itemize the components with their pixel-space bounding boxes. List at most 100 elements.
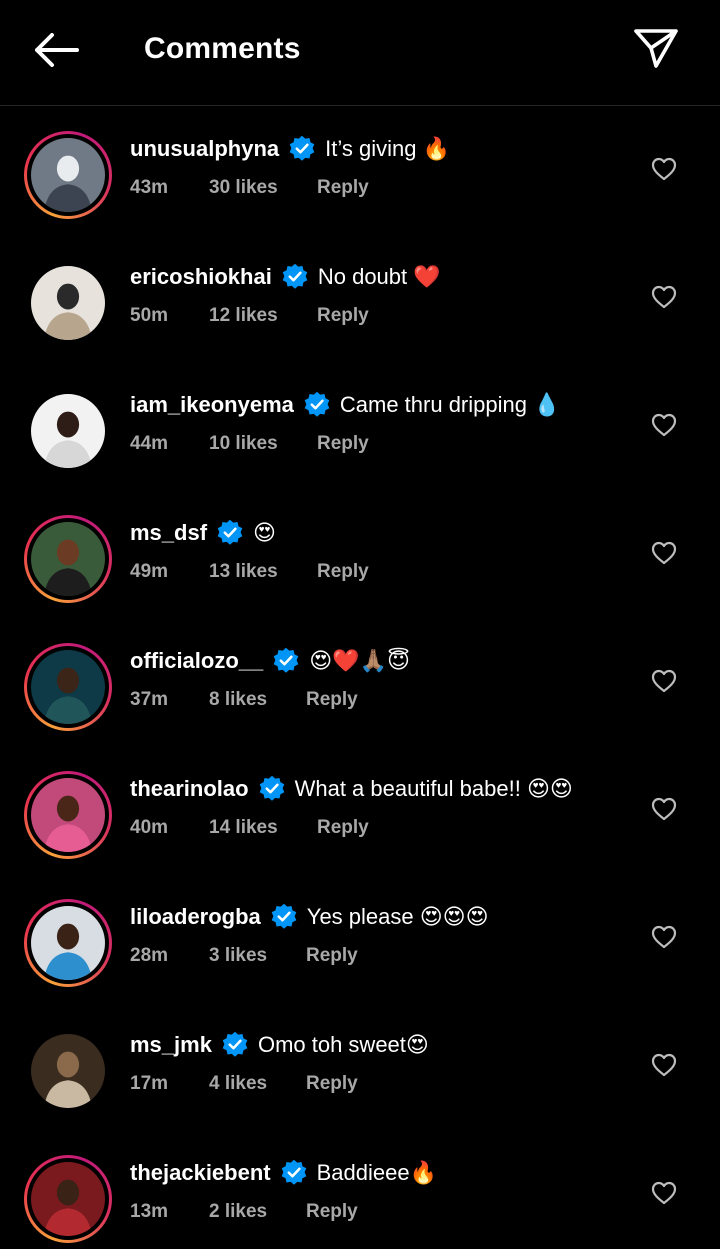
comment-time: 17m [130, 1073, 169, 1094]
like-button[interactable] [648, 1179, 680, 1211]
avatar[interactable] [24, 1027, 112, 1115]
verified-badge-icon [216, 519, 244, 547]
verified-badge-icon [280, 1159, 308, 1187]
paper-plane-icon [633, 27, 679, 74]
heart-icon [651, 1053, 677, 1082]
comment-line: thearinolao What a beautiful babe!! 😍😍 [130, 775, 573, 803]
username[interactable]: ericoshiokhai [130, 264, 272, 290]
comment-text: Omo toh sweet😍 [257, 1032, 429, 1057]
reply-button[interactable]: Reply [306, 689, 358, 711]
comment-text: 😍❤️🙏🏽😇 [309, 648, 410, 673]
reply-button[interactable]: Reply [306, 1073, 358, 1095]
comment-meta: 17m 4 likes Reply [130, 1073, 358, 1095]
avatar[interactable] [24, 259, 112, 347]
like-button[interactable] [648, 411, 680, 443]
comment-time: 43m [130, 177, 169, 198]
username[interactable]: iam_ikeonyema [130, 392, 294, 418]
like-button[interactable] [648, 539, 680, 571]
comment-meta: 37m 8 likes Reply [130, 689, 358, 711]
avatar[interactable] [24, 771, 112, 859]
comment-row: iam_ikeonyema Came thru dripping 💧 44m 1… [0, 363, 720, 491]
comment-line: officialozo__ 😍❤️🙏🏽😇 [130, 647, 410, 675]
reply-button[interactable]: Reply [317, 305, 369, 327]
heart-icon [651, 797, 677, 826]
likes-count[interactable]: 10 likes [209, 433, 317, 455]
avatar-image [31, 906, 105, 980]
reply-button[interactable]: Reply [317, 433, 369, 455]
like-button[interactable] [648, 283, 680, 315]
username[interactable]: liloaderogba [130, 904, 261, 930]
reply-button[interactable]: Reply [306, 1201, 358, 1223]
verified-badge-icon [270, 903, 298, 931]
reply-button[interactable]: Reply [317, 177, 369, 199]
comment-meta: 13m 2 likes Reply [130, 1201, 358, 1223]
heart-icon [651, 157, 677, 186]
avatar-image [31, 522, 105, 596]
likes-count[interactable]: 4 likes [209, 1073, 306, 1095]
page-title: Comments [144, 32, 301, 65]
likes-count[interactable]: 14 likes [209, 817, 317, 839]
arrow-left-icon [33, 32, 79, 72]
comment-time: 13m [130, 1201, 169, 1222]
comment-time: 37m [130, 689, 169, 710]
comment-meta: 44m 10 likes Reply [130, 433, 369, 455]
like-button[interactable] [648, 155, 680, 187]
verified-badge-icon [272, 647, 300, 675]
likes-count[interactable]: 13 likes [209, 561, 317, 583]
likes-count[interactable]: 8 likes [209, 689, 306, 711]
avatar[interactable] [24, 387, 112, 475]
like-button[interactable] [648, 667, 680, 699]
verified-badge-icon [221, 1031, 249, 1059]
username[interactable]: unusualphyna [130, 136, 279, 162]
verified-badge-icon [303, 391, 331, 419]
reply-button[interactable]: Reply [317, 561, 369, 583]
heart-icon [651, 925, 677, 954]
like-button[interactable] [648, 795, 680, 827]
comment-line: thejackiebent Baddieee🔥 [130, 1159, 437, 1187]
comment-text: Yes please 😍😍😍 [306, 904, 489, 929]
comment-time: 28m [130, 945, 169, 966]
avatar-image [31, 394, 105, 468]
comment-line: liloaderogba Yes please 😍😍😍 [130, 903, 489, 931]
username[interactable]: thearinolao [130, 776, 249, 802]
likes-count[interactable]: 2 likes [209, 1201, 306, 1223]
avatar[interactable] [24, 515, 112, 603]
comment-text: What a beautiful babe!! 😍😍 [294, 776, 573, 801]
back-button[interactable] [30, 30, 82, 74]
comment-row: thearinolao What a beautiful babe!! 😍😍 4… [0, 747, 720, 875]
heart-icon [651, 413, 677, 442]
heart-icon [651, 541, 677, 570]
comment-time: 49m [130, 561, 169, 582]
avatar[interactable] [24, 899, 112, 987]
avatar-image [31, 1034, 105, 1108]
likes-count[interactable]: 30 likes [209, 177, 317, 199]
comment-line: ms_dsf 😍 [130, 519, 276, 547]
reply-button[interactable]: Reply [317, 817, 369, 839]
like-button[interactable] [648, 923, 680, 955]
avatar[interactable] [24, 1155, 112, 1243]
likes-count[interactable]: 3 likes [209, 945, 306, 967]
username[interactable]: officialozo__ [130, 648, 263, 674]
username[interactable]: ms_dsf [130, 520, 207, 546]
comment-meta: 43m 30 likes Reply [130, 177, 369, 199]
share-button[interactable] [630, 26, 682, 74]
comment-line: ericoshiokhai No doubt ❤️ [130, 263, 441, 291]
username[interactable]: thejackiebent [130, 1160, 271, 1186]
comment-meta: 28m 3 likes Reply [130, 945, 358, 967]
avatar[interactable] [24, 643, 112, 731]
comment-line: iam_ikeonyema Came thru dripping 💧 [130, 391, 560, 419]
username[interactable]: ms_jmk [130, 1032, 212, 1058]
comment-row: liloaderogba Yes please 😍😍😍 28m 3 likes … [0, 875, 720, 1003]
comment-row: ericoshiokhai No doubt ❤️ 50m 12 likes R… [0, 235, 720, 363]
comment-meta: 50m 12 likes Reply [130, 305, 369, 327]
header: Comments [0, 0, 720, 106]
heart-icon [651, 669, 677, 698]
comment-row: unusualphyna It’s giving 🔥 43m 30 likes … [0, 107, 720, 235]
likes-count[interactable]: 12 likes [209, 305, 317, 327]
reply-button[interactable]: Reply [306, 945, 358, 967]
avatar[interactable] [24, 131, 112, 219]
verified-badge-icon [258, 775, 286, 803]
like-button[interactable] [648, 1051, 680, 1083]
comment-row: ms_dsf 😍 49m 13 likes Reply [0, 491, 720, 619]
comment-time: 50m [130, 305, 169, 326]
